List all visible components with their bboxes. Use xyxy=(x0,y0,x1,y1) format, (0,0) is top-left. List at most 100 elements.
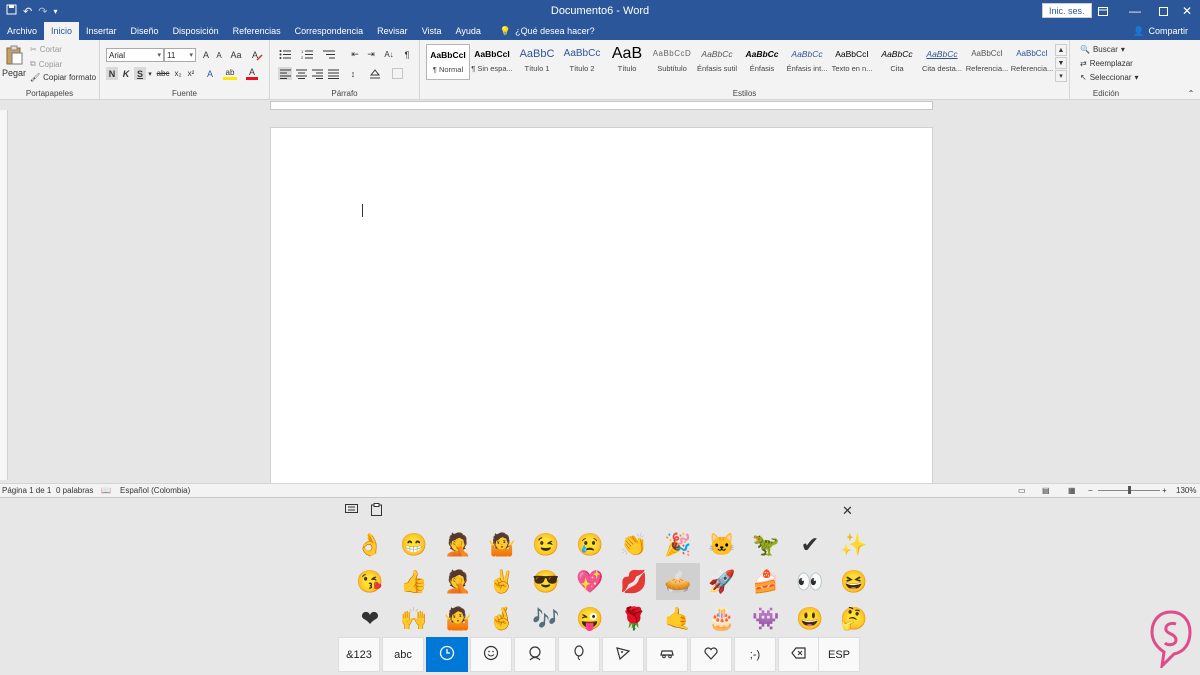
tab-correspondencia[interactable]: Correspondencia xyxy=(288,22,371,40)
web-layout-icon[interactable]: ▦ xyxy=(1068,486,1076,495)
vertical-ruler[interactable] xyxy=(0,110,8,480)
tell-me-search[interactable]: 💡 ¿Qué desea hacer? xyxy=(488,22,595,40)
emoji-item[interactable]: 😘 xyxy=(348,563,392,600)
borders-icon[interactable] xyxy=(390,67,404,80)
tab-vista[interactable]: Vista xyxy=(415,22,449,40)
superscript-button[interactable]: x² xyxy=(185,67,197,80)
food-key[interactable] xyxy=(602,637,644,672)
justify-icon[interactable] xyxy=(326,67,340,80)
emoji-item[interactable]: ✨ xyxy=(832,526,876,563)
style-intense-quote[interactable]: AaBbCc Cita desta... xyxy=(920,44,964,80)
bold-button[interactable]: N xyxy=(106,67,118,80)
emoji-item[interactable]: 👌 xyxy=(348,526,392,563)
align-center-icon[interactable] xyxy=(294,67,308,80)
decrease-indent-icon[interactable]: ⇤ xyxy=(348,48,362,61)
multilevel-list-icon[interactable] xyxy=(322,48,336,61)
clear-format-icon[interactable]: A xyxy=(250,48,264,62)
shrink-font-button[interactable]: A xyxy=(213,48,225,62)
emoji-item[interactable]: 😜 xyxy=(568,600,612,637)
highlight-button[interactable]: ab xyxy=(223,67,237,80)
tab-diseno[interactable]: Diseño xyxy=(124,22,166,40)
emoji-item[interactable]: 🤙 xyxy=(656,600,700,637)
style-subtle-emphasis[interactable]: AaBbCc Énfasis sutil xyxy=(695,44,739,80)
tab-disposicion[interactable]: Disposición xyxy=(166,22,226,40)
cut-button[interactable]: ✂ Cortar xyxy=(30,45,62,54)
emoji-item[interactable]: 🤦 xyxy=(436,526,480,563)
keyboard-settings-icon[interactable] xyxy=(345,504,358,518)
emoji-item[interactable]: 🎶 xyxy=(524,600,568,637)
emoji-item[interactable]: 👀 xyxy=(788,563,832,600)
word-count[interactable]: 0 palabras xyxy=(56,486,93,495)
zoom-out-button[interactable]: − xyxy=(1088,486,1093,495)
emoji-item[interactable]: 👾 xyxy=(744,600,788,637)
sort-icon[interactable]: A↓ xyxy=(382,48,396,61)
document-page[interactable] xyxy=(270,127,933,483)
zoom-slider-thumb[interactable] xyxy=(1128,486,1131,494)
tab-inicio[interactable]: Inicio xyxy=(44,22,80,40)
font-color-button[interactable]: A xyxy=(246,67,258,80)
style-emphasis[interactable]: AaBbCc Énfasis xyxy=(740,44,784,80)
emoji-item[interactable]: 🎂 xyxy=(700,600,744,637)
align-right-icon[interactable] xyxy=(310,67,324,80)
strikethrough-button[interactable]: abc xyxy=(155,67,171,80)
line-spacing-icon[interactable]: ↕ xyxy=(346,67,360,80)
emoji-item[interactable]: 🥧 xyxy=(656,563,700,600)
close-icon[interactable]: ✕ xyxy=(1172,0,1200,22)
emoji-item[interactable]: 🙌 xyxy=(392,600,436,637)
emoji-item[interactable]: 🐱 xyxy=(700,526,744,563)
style-subtitle[interactable]: AaBbCcD Subtítulo xyxy=(650,44,694,80)
emoji-item[interactable]: 🤷 xyxy=(436,600,480,637)
emoji-item[interactable]: ✌ xyxy=(480,563,524,600)
recent-emoji-key[interactable] xyxy=(426,637,468,672)
shading-icon[interactable] xyxy=(368,67,382,80)
language-key[interactable]: ESP xyxy=(818,637,860,672)
scroll-up-icon[interactable]: ▲ xyxy=(1055,44,1067,56)
grow-font-button[interactable]: A xyxy=(200,48,212,62)
format-painter-button[interactable]: 🖌 Copiar formato xyxy=(30,73,96,82)
chevron-down-icon[interactable]: ▾ xyxy=(146,67,154,80)
emoji-item[interactable]: ❤ xyxy=(348,600,392,637)
emoji-item[interactable]: 🦖 xyxy=(744,526,788,563)
emoji-item[interactable]: 😁 xyxy=(392,526,436,563)
style-heading-2[interactable]: AaBbCc Título 2 xyxy=(560,44,604,80)
copy-button[interactable]: ⧉ Copiar xyxy=(30,59,62,69)
redo-icon[interactable]: ↷ xyxy=(38,5,47,18)
paste-button[interactable]: Pegar xyxy=(2,68,26,78)
style-quote[interactable]: AaBbCc Cita xyxy=(875,44,919,80)
pilcrow-button[interactable]: ¶ xyxy=(400,48,414,61)
tab-insertar[interactable]: Insertar xyxy=(79,22,124,40)
style-heading-1[interactable]: AaBbC Título 1 xyxy=(515,44,559,80)
emoji-item[interactable]: 🤔 xyxy=(832,600,876,637)
numbering-icon[interactable]: 12 xyxy=(300,48,314,61)
emoji-item[interactable]: 🌹 xyxy=(612,600,656,637)
collapse-ribbon-icon[interactable]: ⌃ xyxy=(1186,88,1196,98)
tab-archivo[interactable]: Archivo xyxy=(0,22,44,40)
change-case-button[interactable]: Aa xyxy=(228,48,244,62)
abc-key[interactable]: abc xyxy=(382,637,424,672)
emoticon-key[interactable]: ;-) xyxy=(734,637,776,672)
horizontal-ruler[interactable] xyxy=(270,101,933,110)
style-normal[interactable]: AaBbCcI ¶ Normal xyxy=(426,44,470,80)
more-styles-icon[interactable]: ▾ xyxy=(1055,70,1067,82)
smileys-key[interactable] xyxy=(470,637,512,672)
emoji-item[interactable]: 👍 xyxy=(392,563,436,600)
subscript-button[interactable]: x₂ xyxy=(172,67,184,80)
page-count[interactable]: Página 1 de 1 xyxy=(2,486,51,495)
minimize-icon[interactable]: — xyxy=(1120,0,1150,22)
find-button[interactable]: 🔍 Buscar ▾ xyxy=(1080,45,1125,54)
scroll-down-icon[interactable]: ▼ xyxy=(1055,57,1067,69)
increase-indent-icon[interactable]: ⇥ xyxy=(364,48,378,61)
style-strong[interactable]: AaBbCcI Texto en n... xyxy=(830,44,874,80)
zoom-level[interactable]: 130% xyxy=(1176,486,1196,495)
customize-icon[interactable]: ▾ xyxy=(53,7,57,16)
transport-key[interactable] xyxy=(646,637,688,672)
underline-button[interactable]: S xyxy=(134,67,146,80)
signin-button[interactable]: Inic. ses. xyxy=(1042,3,1092,18)
select-button[interactable]: ↖ Seleccionar ▾ xyxy=(1080,73,1139,82)
emoji-item[interactable]: 🍰 xyxy=(744,563,788,600)
clipboard-icon[interactable] xyxy=(371,503,382,519)
emoji-item[interactable]: 💖 xyxy=(568,563,612,600)
bullets-icon[interactable] xyxy=(278,48,292,61)
tab-ayuda[interactable]: Ayuda xyxy=(449,22,488,40)
text-effects-button[interactable]: A xyxy=(204,67,216,80)
